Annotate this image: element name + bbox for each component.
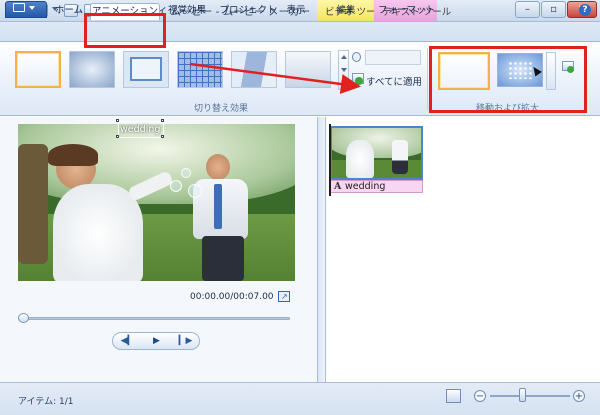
transition-fade-thumbnail[interactable] [285, 51, 331, 88]
fullscreen-button[interactable]: ↗ [278, 291, 290, 302]
pane-splitter[interactable] [318, 117, 326, 382]
tree-trunk [18, 144, 48, 264]
soap-bubble [188, 184, 202, 198]
clip-groom [392, 140, 408, 174]
zoom-slider-thumb[interactable] [519, 388, 526, 402]
playback-controls: ◀▎ ▶ ▎▶ [112, 332, 200, 350]
transition-blur-thumbnail[interactable] [69, 51, 115, 88]
previous-frame-button[interactable]: ◀▎ [113, 333, 142, 351]
seek-thumb[interactable] [18, 313, 29, 323]
maximize-button[interactable]: ▫ [541, 1, 566, 18]
transition-none-thumbnail[interactable] [15, 51, 61, 88]
resize-handle[interactable] [161, 135, 164, 138]
tab-project[interactable]: プロジェクト [219, 3, 277, 20]
playhead-indicator[interactable] [329, 124, 331, 196]
zoom-in-button[interactable]: + [573, 390, 585, 402]
check-icon [355, 77, 363, 85]
zoom-out-button[interactable]: − [474, 390, 486, 402]
groom-head [206, 154, 230, 180]
soap-bubble [170, 180, 182, 192]
help-icon[interactable]: ? [579, 4, 591, 16]
text-caption-icon: A [334, 181, 342, 192]
resize-handle[interactable] [116, 135, 119, 138]
transition-frame-thumbnail[interactable] [123, 51, 169, 88]
soap-bubble [181, 168, 191, 178]
video-preview[interactable] [18, 124, 295, 281]
file-menu-icon [13, 3, 25, 12]
caption-text[interactable]: wedding [120, 124, 160, 135]
gallery-more-icon[interactable] [341, 81, 347, 85]
bride-hair [48, 144, 98, 166]
zoom-slider-track[interactable] [490, 395, 570, 397]
clip-bride [346, 140, 374, 178]
transitions-gallery [0, 42, 350, 98]
chevron-down-icon [29, 6, 35, 10]
tab-home[interactable]: ホーム [52, 3, 86, 20]
status-bar [0, 382, 600, 415]
groom-trousers [202, 236, 244, 281]
transition-cube-thumbnail[interactable] [231, 51, 277, 88]
clip-background [332, 128, 421, 158]
next-frame-button[interactable]: ▎▶ [171, 333, 200, 351]
clip-caption-text[interactable]: wedding [345, 181, 385, 192]
item-count: アイテム: 1/1 [18, 397, 74, 407]
scroll-down-icon[interactable] [341, 68, 347, 72]
groom-tie [214, 184, 222, 229]
highlight-box-pan-zoom [429, 46, 587, 113]
storyboard-clip[interactable] [330, 126, 423, 180]
time-display: 00:00.00/00:07.00 [190, 292, 274, 302]
duration-icon [352, 52, 361, 62]
expand-icon: ↗ [281, 292, 288, 301]
thumbnail-size-icon[interactable] [446, 389, 461, 403]
resize-handle[interactable] [161, 119, 164, 122]
minimize-button[interactable]: – [515, 1, 540, 18]
gallery-scroll-buttons[interactable] [338, 50, 349, 90]
transitions-group-label: 切り替え効果 [194, 104, 249, 114]
file-menu-button[interactable] [5, 1, 47, 18]
play-button[interactable]: ▶ [142, 333, 171, 351]
tab-format[interactable]: フォーマット [378, 3, 435, 20]
scroll-up-icon[interactable] [341, 55, 347, 59]
frame-icon [130, 57, 162, 81]
highlight-box-animation-tab [84, 13, 166, 48]
duration-dropdown[interactable] [365, 50, 421, 65]
tab-edit[interactable]: 編集 [329, 3, 363, 20]
tab-visual-effects[interactable]: 視覚効果 [163, 3, 211, 20]
apply-to-all-button[interactable]: すべてに適用 [366, 74, 422, 88]
bride-dress [53, 184, 143, 281]
seek-bar[interactable] [22, 317, 290, 320]
resize-handle[interactable] [116, 119, 119, 122]
apply-all-icon[interactable] [352, 73, 364, 85]
group-divider [427, 48, 428, 110]
tab-view[interactable]: 表示 [282, 3, 310, 20]
transition-mosaic-thumbnail[interactable] [177, 51, 223, 88]
